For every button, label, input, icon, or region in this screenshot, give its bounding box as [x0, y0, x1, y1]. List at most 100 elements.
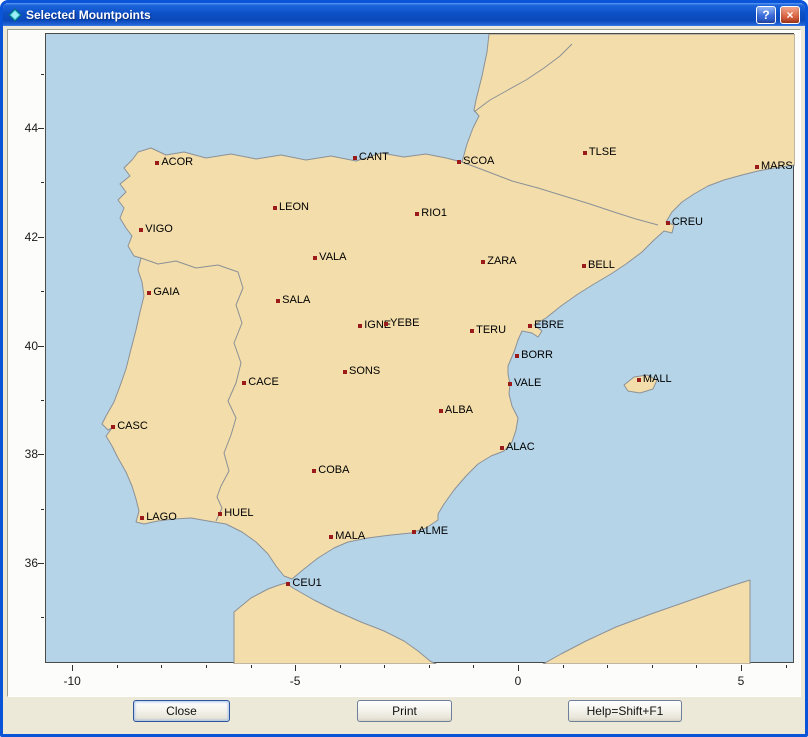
station-label: VALE	[514, 377, 541, 389]
coastline-map	[46, 34, 795, 664]
station-label: EBRE	[534, 319, 564, 331]
station-label: ALAC	[506, 441, 535, 453]
station-marker	[515, 354, 519, 358]
x-axis-tick	[295, 665, 296, 671]
x-axis-tick	[696, 665, 697, 668]
y-axis-tick-label: 36	[12, 556, 38, 570]
station-marker	[139, 228, 143, 232]
title-bar[interactable]: Selected Mountpoints ? ×	[3, 3, 805, 26]
station-marker	[439, 409, 443, 413]
window-title: Selected Mountpoints	[26, 8, 752, 22]
app-icon	[8, 8, 22, 22]
station-marker	[384, 322, 388, 326]
map-area	[45, 33, 794, 663]
station-marker	[273, 206, 277, 210]
station-marker	[412, 530, 416, 534]
close-button[interactable]: Close	[133, 700, 230, 722]
station-label: TERU	[476, 324, 506, 336]
station-label: ACOR	[161, 156, 193, 168]
station-marker	[582, 264, 586, 268]
y-axis-tick	[38, 237, 44, 238]
station-label: MALA	[335, 530, 365, 542]
station-marker	[637, 378, 641, 382]
station-label: LEON	[279, 201, 309, 213]
station-marker	[276, 299, 280, 303]
y-axis-tick	[38, 346, 44, 347]
station-label: CEU1	[292, 577, 321, 589]
x-axis-tick	[251, 665, 252, 668]
station-label: LAGO	[146, 511, 177, 523]
x-axis-tick	[473, 665, 474, 668]
help-button[interactable]: Help=Shift+F1	[568, 700, 682, 722]
station-label: HUEL	[224, 507, 253, 519]
y-axis-tick-label: 42	[12, 230, 38, 244]
x-axis-tick-label: 0	[515, 674, 522, 688]
station-marker	[312, 469, 316, 473]
x-axis-tick	[786, 665, 787, 668]
x-axis-tick	[652, 665, 653, 668]
y-axis-tick	[41, 182, 44, 183]
y-axis-tick	[38, 454, 44, 455]
station-label: MARS	[761, 160, 793, 172]
y-axis-tick-label: 44	[12, 121, 38, 135]
station-label: VALA	[319, 251, 346, 263]
station-label: BELL	[588, 259, 615, 271]
print-button[interactable]: Print	[357, 700, 452, 722]
station-label: TLSE	[589, 146, 617, 158]
station-label: ZARA	[487, 255, 516, 267]
x-axis-tick	[518, 665, 519, 671]
station-marker	[755, 165, 759, 169]
algeria-landmass	[543, 580, 750, 664]
station-label: MALL	[643, 373, 672, 385]
x-axis-tick	[563, 665, 564, 668]
station-marker	[666, 221, 670, 225]
x-axis-tick	[206, 665, 207, 668]
help-titlebar-button[interactable]: ?	[756, 6, 776, 24]
x-axis-tick	[384, 665, 385, 668]
station-label: ALBA	[445, 404, 473, 416]
station-marker	[313, 256, 317, 260]
station-marker	[140, 516, 144, 520]
y-axis-tick	[38, 128, 44, 129]
station-label: SALA	[282, 294, 310, 306]
x-axis-tick	[161, 665, 162, 668]
x-axis-tick-label: -10	[64, 674, 81, 688]
station-label: RIO1	[421, 207, 447, 219]
x-axis-tick	[607, 665, 608, 668]
station-label: SCOA	[463, 155, 494, 167]
station-label: CACE	[248, 376, 279, 388]
x-axis-tick	[429, 665, 430, 668]
y-axis-tick-label: 40	[12, 339, 38, 353]
x-axis-tick	[117, 665, 118, 668]
station-marker	[111, 425, 115, 429]
station-label: YEBE	[390, 317, 419, 329]
station-label: VIGO	[145, 223, 173, 235]
x-axis-tick	[340, 665, 341, 668]
dialog-window: Selected Mountpoints ? ×	[0, 0, 808, 737]
station-label: GAIA	[153, 286, 179, 298]
station-marker	[358, 324, 362, 328]
y-axis-tick	[38, 563, 44, 564]
iberia-france-landmass	[102, 34, 795, 579]
y-axis-tick	[41, 74, 44, 75]
station-marker	[353, 156, 357, 160]
client-area: ACOR CANT SCOA TLSE MARS LEON RIO1 CREU VIGO VALA…	[3, 26, 805, 734]
station-label: SONS	[349, 365, 380, 377]
station-label: COBA	[318, 464, 349, 476]
morocco-landmass	[234, 583, 436, 664]
station-marker	[415, 212, 419, 216]
station-marker	[242, 381, 246, 385]
station-marker	[481, 260, 485, 264]
station-marker	[286, 582, 290, 586]
station-label: BORR	[521, 349, 553, 361]
station-marker	[500, 446, 504, 450]
station-marker	[457, 160, 461, 164]
station-marker	[508, 382, 512, 386]
station-marker	[583, 151, 587, 155]
station-label: CREU	[672, 216, 703, 228]
x-axis-tick	[741, 665, 742, 671]
close-titlebar-button[interactable]: ×	[780, 6, 800, 24]
station-label: CANT	[359, 151, 389, 163]
station-label: ALME	[418, 525, 448, 537]
y-axis-tick	[41, 400, 44, 401]
